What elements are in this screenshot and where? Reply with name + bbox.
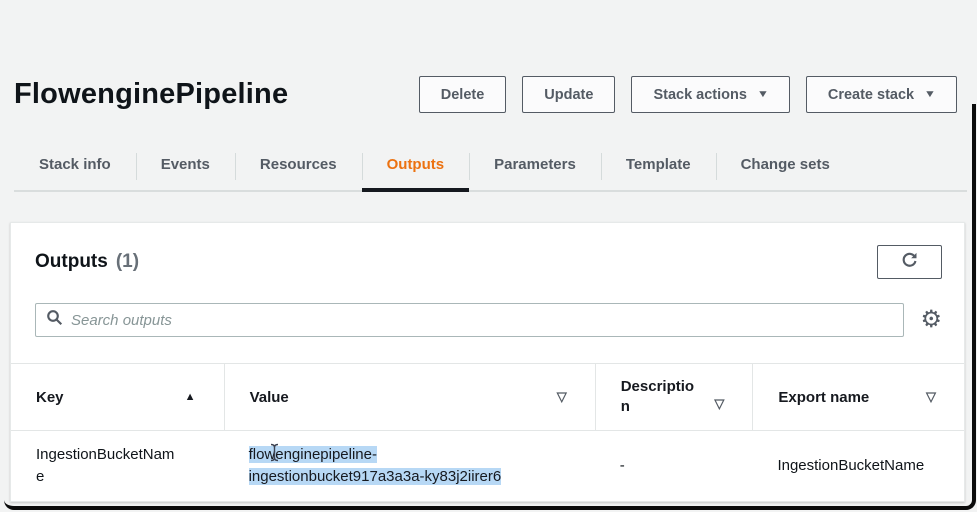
tab-label: Stack info xyxy=(39,156,111,173)
sort-icon: ▽ xyxy=(557,389,567,405)
tab-label: Change sets xyxy=(741,156,830,173)
delete-button-label: Delete xyxy=(441,87,485,103)
outputs-table-header: Key ▲ Value ▽ Description ▽ Export name … xyxy=(11,363,964,431)
caret-down-icon: ▼ xyxy=(924,89,936,100)
create-stack-dropdown-button[interactable]: Create stack ▼ xyxy=(806,76,957,113)
tab-label: Template xyxy=(626,156,691,173)
sort-icon: ▽ xyxy=(926,389,936,405)
tab-label: Resources xyxy=(260,156,337,173)
sort-icon: ▽ xyxy=(714,396,724,412)
refresh-icon xyxy=(900,251,919,273)
tab-template[interactable]: Template xyxy=(601,148,716,190)
column-header-export-name[interactable]: Export name ▽ xyxy=(752,364,964,430)
stack-action-buttons: Delete Update Stack actions ▼ Create sta… xyxy=(419,76,957,113)
update-button-label: Update xyxy=(544,87,593,103)
stack-header: FlowenginePipeline Delete Update Stack a… xyxy=(14,76,957,113)
tab-outputs[interactable]: Outputs xyxy=(362,148,470,190)
stack-tabs: Stack info Events Resources Outputs Para… xyxy=(14,148,967,192)
column-label: Description xyxy=(621,377,695,418)
tab-label: Events xyxy=(161,156,210,173)
column-label: Key xyxy=(36,389,64,406)
stack-actions-label: Stack actions xyxy=(653,87,747,103)
output-key-text: IngestionBucketName xyxy=(36,444,178,488)
cell-export-name: IngestionBucketName xyxy=(752,455,964,477)
tab-label: Parameters xyxy=(494,156,576,173)
output-value-selected-text[interactable]: flowenginepipeline-ingestionbucket917a3a… xyxy=(249,446,502,485)
outputs-count-badge: (1) xyxy=(116,251,139,273)
column-header-key[interactable]: Key ▲ xyxy=(11,364,224,430)
stack-actions-dropdown-button[interactable]: Stack actions ▼ xyxy=(631,76,789,113)
preferences-button[interactable]: ⚙ xyxy=(920,308,942,332)
cell-description: - xyxy=(595,455,753,477)
refresh-button[interactable] xyxy=(877,245,942,279)
create-stack-label: Create stack xyxy=(828,87,914,103)
column-label: Export name xyxy=(778,389,869,406)
column-header-description[interactable]: Description ▽ xyxy=(595,364,753,430)
outputs-panel-header: Outputs (1) xyxy=(11,223,964,281)
search-icon xyxy=(46,309,63,331)
tab-parameters[interactable]: Parameters xyxy=(469,148,601,190)
search-box xyxy=(35,303,904,337)
table-row: IngestionBucketName flowenginepipeline-i… xyxy=(11,431,964,501)
outputs-toolbar: ⚙ xyxy=(11,303,964,337)
tab-change-sets[interactable]: Change sets xyxy=(716,148,855,190)
tab-events[interactable]: Events xyxy=(136,148,235,190)
delete-button[interactable]: Delete xyxy=(419,76,507,113)
outputs-panel: Outputs (1) ⚙ xyxy=(10,222,965,502)
update-button[interactable]: Update xyxy=(522,76,615,113)
cell-value: flowenginepipeline-ingestionbucket917a3a… xyxy=(224,444,595,488)
cell-key: IngestionBucketName xyxy=(11,444,224,488)
column-header-value[interactable]: Value ▽ xyxy=(224,364,595,430)
column-label: Value xyxy=(250,389,289,406)
search-input[interactable] xyxy=(71,312,893,329)
caret-down-icon: ▼ xyxy=(757,89,769,100)
output-export-name-text: IngestionBucketName xyxy=(777,457,924,474)
tabs-divider xyxy=(14,190,967,192)
tab-label: Outputs xyxy=(387,156,445,173)
outputs-table: Key ▲ Value ▽ Description ▽ Export name … xyxy=(11,363,964,501)
tab-stack-info[interactable]: Stack info xyxy=(14,148,136,190)
output-description-text: - xyxy=(620,457,625,474)
outputs-panel-title: Outputs xyxy=(35,251,108,273)
sort-ascending-icon: ▲ xyxy=(185,391,196,403)
gear-icon: ⚙ xyxy=(920,306,942,333)
tab-resources[interactable]: Resources xyxy=(235,148,362,190)
page-title: FlowenginePipeline xyxy=(14,78,288,111)
